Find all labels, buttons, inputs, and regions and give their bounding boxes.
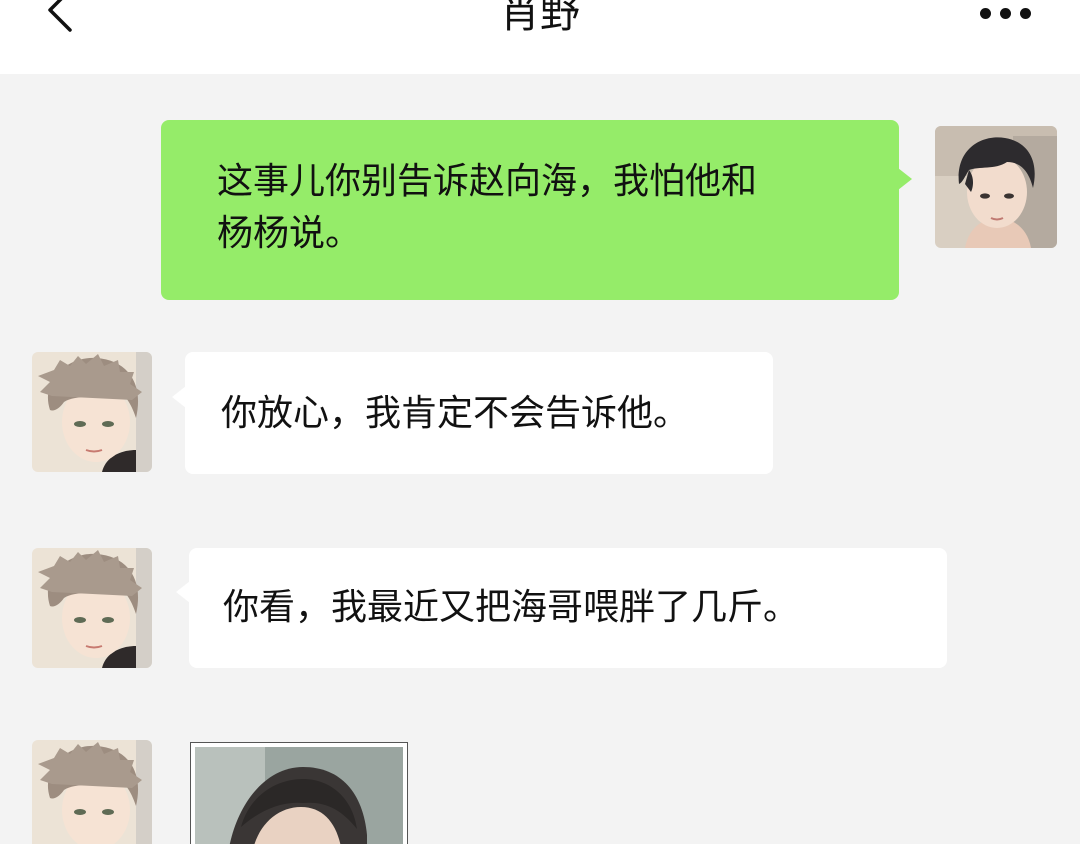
message-text-line: 这事儿你别告诉赵向海，我怕他和 [217,161,758,202]
message-text: 你放心，我肯定不会告诉他。 [221,393,690,434]
avatar-other[interactable] [32,740,152,844]
bubble-tail [176,581,190,603]
bubble-tail [172,386,186,408]
message-bubble-other[interactable]: 你看，我最近又把海哥喂胖了几斤。 [189,548,947,668]
chat-title: 肖野 [500,0,580,37]
avatar-self[interactable] [935,126,1057,248]
message-bubble-self[interactable]: 这事儿你别告诉赵向海，我怕他和 杨杨说。 [161,120,899,300]
avatar-other[interactable] [32,352,152,472]
chat-screen: 肖野 这事儿你别告诉赵向海，我怕他和 杨杨说。 你放心，我肯定不会告诉他。 你看… [0,0,1080,844]
message-image[interactable] [190,742,408,844]
message-bubble-other[interactable]: 你放心，我肯定不会告诉他。 [185,352,773,474]
bubble-tail [898,168,912,190]
chat-header: 肖野 [0,0,1080,74]
more-button[interactable] [976,0,1036,34]
message-text-line: 杨杨说。 [217,213,362,254]
message-text: 你看，我最近又把海哥喂胖了几斤。 [223,587,800,628]
avatar-other[interactable] [32,548,152,668]
